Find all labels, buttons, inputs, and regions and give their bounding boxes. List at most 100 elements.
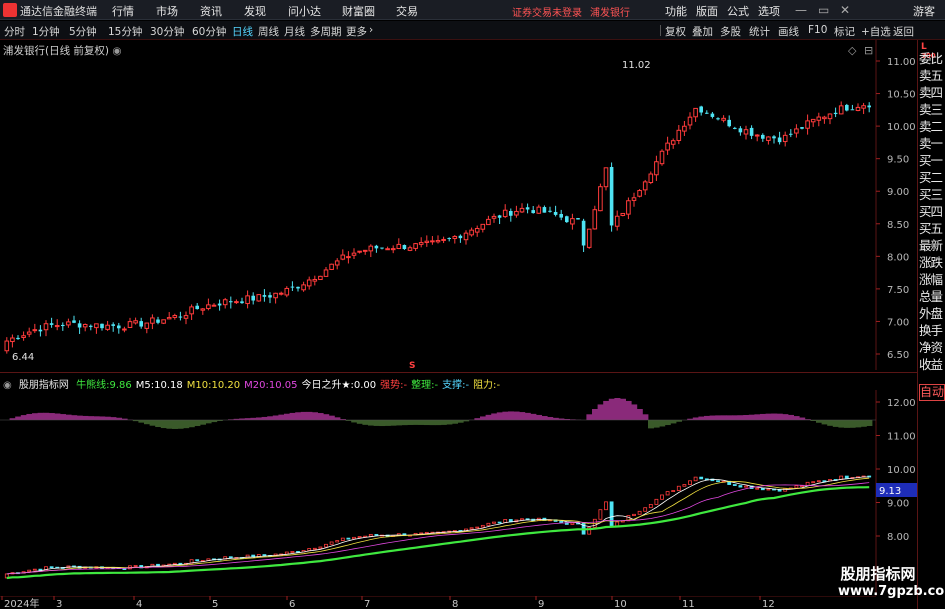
candle-body (256, 294, 262, 302)
candle-body (733, 127, 737, 129)
osc-bar (306, 411, 313, 420)
candle-body (374, 245, 379, 249)
osc-bar (547, 417, 554, 420)
btn-multi-stock[interactable]: 多股 (720, 24, 741, 39)
osc-bar (446, 420, 453, 425)
period-15min[interactable]: 15分钟 (108, 24, 142, 39)
chart-expand-icon[interactable]: ⊟ (864, 44, 873, 57)
indicator-chart[interactable]: 12.00 11.00 10.00 9.00 8.00 9.13 (0, 390, 917, 596)
indicator-pane-border (0, 372, 917, 373)
period-multi[interactable]: 多周期 (310, 24, 342, 39)
menu-quotes[interactable]: 行情 (112, 3, 134, 19)
btn-stats[interactable]: 统计 (749, 24, 770, 39)
panel-item[interactable]: 收益 (919, 354, 943, 373)
btn-draw[interactable]: 画线 (778, 24, 799, 39)
btn-adjust[interactable]: 复权 (665, 24, 686, 39)
period-weekly[interactable]: 周线 (258, 24, 279, 39)
mini-candle (340, 537, 345, 541)
ind-tick-label: 9.00 (887, 499, 909, 510)
menu-discover[interactable]: 发现 (244, 3, 266, 19)
osc-bar (26, 413, 33, 420)
candle-body (827, 113, 833, 120)
btn-add-watch[interactable]: +自选 (861, 24, 891, 39)
auto-button[interactable]: 自动 (919, 384, 945, 401)
candle-body (474, 227, 480, 233)
osc-bar (670, 420, 677, 424)
period-more[interactable]: 更多 (346, 24, 367, 39)
osc-bar (334, 417, 341, 420)
candle-body (4, 340, 10, 352)
mini-candle (716, 480, 720, 483)
minimize-icon[interactable]: — (795, 3, 807, 17)
period-daily[interactable]: 日线 (232, 24, 253, 39)
osc-bar (821, 420, 828, 425)
mini-candle (469, 527, 474, 530)
candle-body (240, 301, 244, 304)
btn-mark[interactable]: 标记 (834, 24, 855, 39)
candle-body (234, 301, 239, 304)
y-tick-label: 8.00 (887, 252, 909, 263)
candle-body (626, 200, 631, 215)
candle-body (772, 136, 776, 139)
btn-back[interactable]: 返回 (893, 24, 914, 39)
candle-body (727, 119, 731, 127)
menu-wealth[interactable]: 财富圈 (342, 3, 375, 19)
restore-icon[interactable]: ▭ (818, 3, 829, 17)
period-timeshare[interactable]: 分时 (4, 24, 25, 39)
candle-body (441, 238, 446, 241)
candle-body (565, 216, 569, 223)
candle-body (749, 127, 754, 136)
login-notice[interactable]: 证券交易未登录 (512, 4, 582, 19)
osc-bar (491, 413, 498, 420)
candle-body (262, 295, 267, 297)
osc-bar (608, 398, 615, 420)
candle-body (150, 317, 155, 324)
osc-bar (278, 414, 285, 420)
period-monthly[interactable]: 月线 (284, 24, 305, 39)
menu-function[interactable]: 功能 (665, 3, 687, 19)
osc-bar (37, 412, 44, 420)
period-5min[interactable]: 5分钟 (69, 24, 97, 39)
candlestick-chart[interactable]: 11.00 10.50 10.00 9.50 9.00 8.50 8.00 7.50 7.00 6… (0, 40, 917, 370)
menu-trade[interactable]: 交易 (396, 3, 418, 19)
osc-bar (99, 416, 106, 420)
osc-bar (82, 415, 89, 420)
btn-f10[interactable]: F10 (808, 24, 827, 36)
osc-bar (732, 415, 738, 420)
candle-body (514, 210, 519, 216)
menu-formula[interactable]: 公式 (727, 3, 749, 19)
period-30min[interactable]: 30分钟 (150, 24, 184, 39)
mini-candle (816, 480, 821, 483)
osc-bar (625, 400, 632, 420)
osc-bar (648, 420, 654, 429)
candle-body (794, 128, 799, 134)
menu-ask[interactable]: 问小达 (288, 3, 321, 19)
osc-bar (754, 414, 761, 420)
candle-body (156, 319, 160, 323)
btn-overlay[interactable]: 叠加 (692, 24, 713, 39)
menu-options[interactable]: 选项 (758, 3, 780, 19)
chart-diamond-icon[interactable]: ◇ (848, 44, 857, 57)
mini-candle (352, 536, 356, 540)
candle-body (144, 322, 150, 329)
y-tick-label: 8.50 (887, 220, 909, 231)
period-60min[interactable]: 60分钟 (192, 24, 226, 39)
x-tick-label: 2024年 (4, 597, 39, 609)
osc-bar (743, 415, 750, 420)
mini-candle (643, 507, 648, 512)
candle-body (318, 275, 323, 281)
candle-body (614, 215, 620, 227)
more-chevron-icon[interactable]: › (369, 24, 373, 36)
mini-candle (766, 488, 771, 491)
guest-label[interactable]: 游客 (913, 3, 935, 19)
menu-market[interactable]: 市场 (156, 3, 178, 19)
mini-candle (671, 490, 676, 492)
close-icon[interactable]: ✕ (840, 3, 850, 17)
menu-layout[interactable]: 版面 (696, 3, 718, 19)
period-1min[interactable]: 1分钟 (32, 24, 60, 39)
candle-body (111, 324, 115, 326)
x-tick-label: 5 (212, 599, 218, 609)
osc-bar (295, 412, 302, 420)
menu-news[interactable]: 资讯 (200, 3, 222, 19)
candle-body (122, 328, 127, 331)
